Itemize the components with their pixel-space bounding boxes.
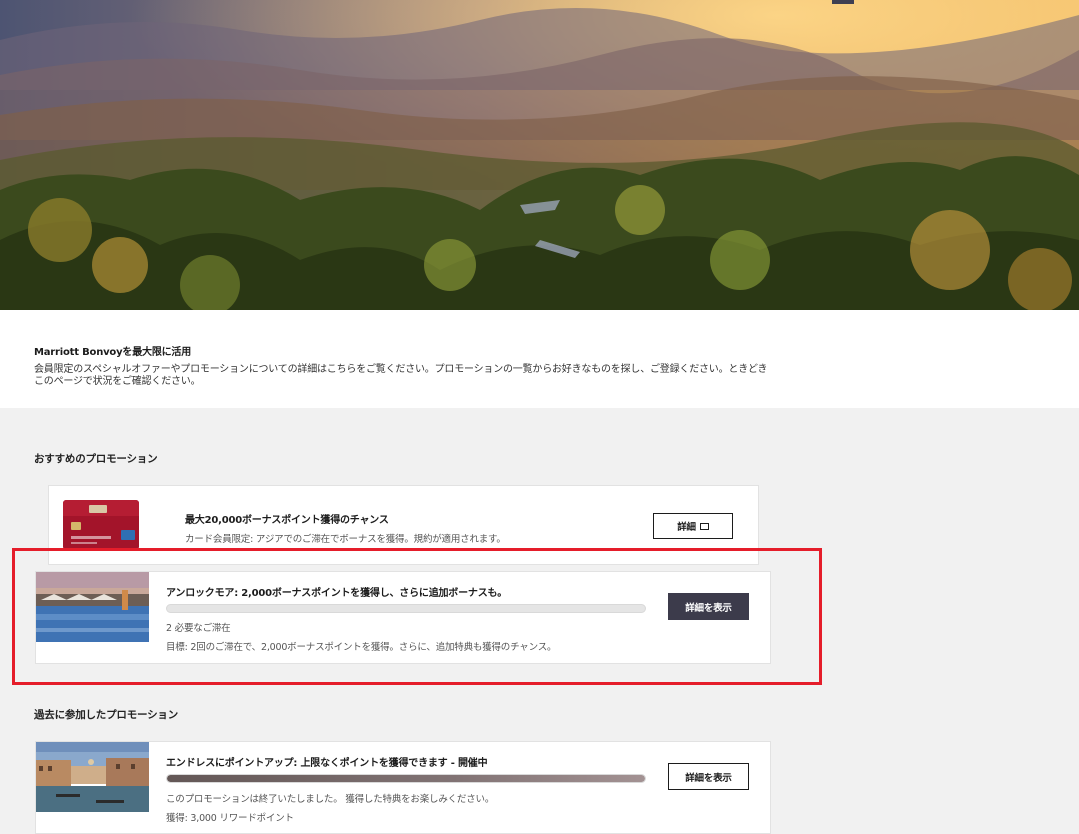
promo-title: 最大20,000ボーナスポイント獲得のチャンス	[185, 515, 389, 526]
intro-section: Marriott Bonvoyを最大限に活用 会員限定のスペシャルオファーやプロ…	[0, 310, 1079, 408]
progress-fill	[167, 775, 645, 782]
intro-title: Marriott Bonvoyを最大限に活用	[34, 347, 192, 358]
view-details-button[interactable]: 詳細を表示	[668, 593, 749, 620]
intro-description: 会員限定のスペシャルオファーやプロモーションについての詳細はこちらをご覧ください…	[34, 364, 768, 387]
promo-title: エンドレスにポイントアップ: 上限なくポイントを獲得できます - 開催中	[166, 758, 488, 769]
promo-title: アンロックモア: 2,000ボーナスポイントを獲得し、さらに追加ボーナスも。	[166, 588, 508, 599]
recommended-heading: おすすめのプロモーション	[34, 453, 158, 465]
promo-goal-text: 目標: 2回のご滞在で、2,000ボーナスポイントを獲得。さらに、追加特典も獲得…	[166, 642, 557, 653]
points-earned-text: 獲得: 3,000 リワードポイント	[166, 813, 294, 824]
credit-card-image	[63, 500, 139, 550]
hero-banner	[0, 0, 1079, 310]
promo-progress-bar	[166, 604, 646, 613]
button-label: 詳細	[677, 522, 696, 533]
external-link-icon	[699, 522, 709, 530]
venice-canal-image	[36, 742, 149, 812]
view-details-button[interactable]: 詳細を表示	[668, 763, 749, 790]
past-heading: 過去に参加したプロモーション	[34, 709, 178, 721]
mountain-landscape-image	[0, 0, 1079, 310]
promo-progress-bar	[166, 774, 646, 783]
promo-card-credit: 最大20,000ボーナスポイント獲得のチャンス カード会員限定: アジアでのご滞…	[48, 485, 759, 565]
promo-card-endless-points: エンドレスにポイントアップ: 上限なくポイントを獲得できます - 開催中 このプ…	[35, 741, 771, 834]
stays-required-text: 2 必要なご滞在	[166, 623, 231, 634]
promo-card-unlock-more: アンロックモア: 2,000ボーナスポイントを獲得し、さらに追加ボーナスも。 2…	[35, 571, 771, 664]
hero-overlay-tab	[832, 0, 854, 4]
promo-subtitle: カード会員限定: アジアでのご滞在でボーナスを獲得。規約が適用されます。	[185, 534, 506, 545]
details-external-button[interactable]: 詳細	[653, 513, 733, 539]
resort-pool-image	[36, 572, 149, 642]
promo-status-text: このプロモーションは終了いたしました。 獲得した特典をお楽しみください。	[166, 794, 495, 805]
